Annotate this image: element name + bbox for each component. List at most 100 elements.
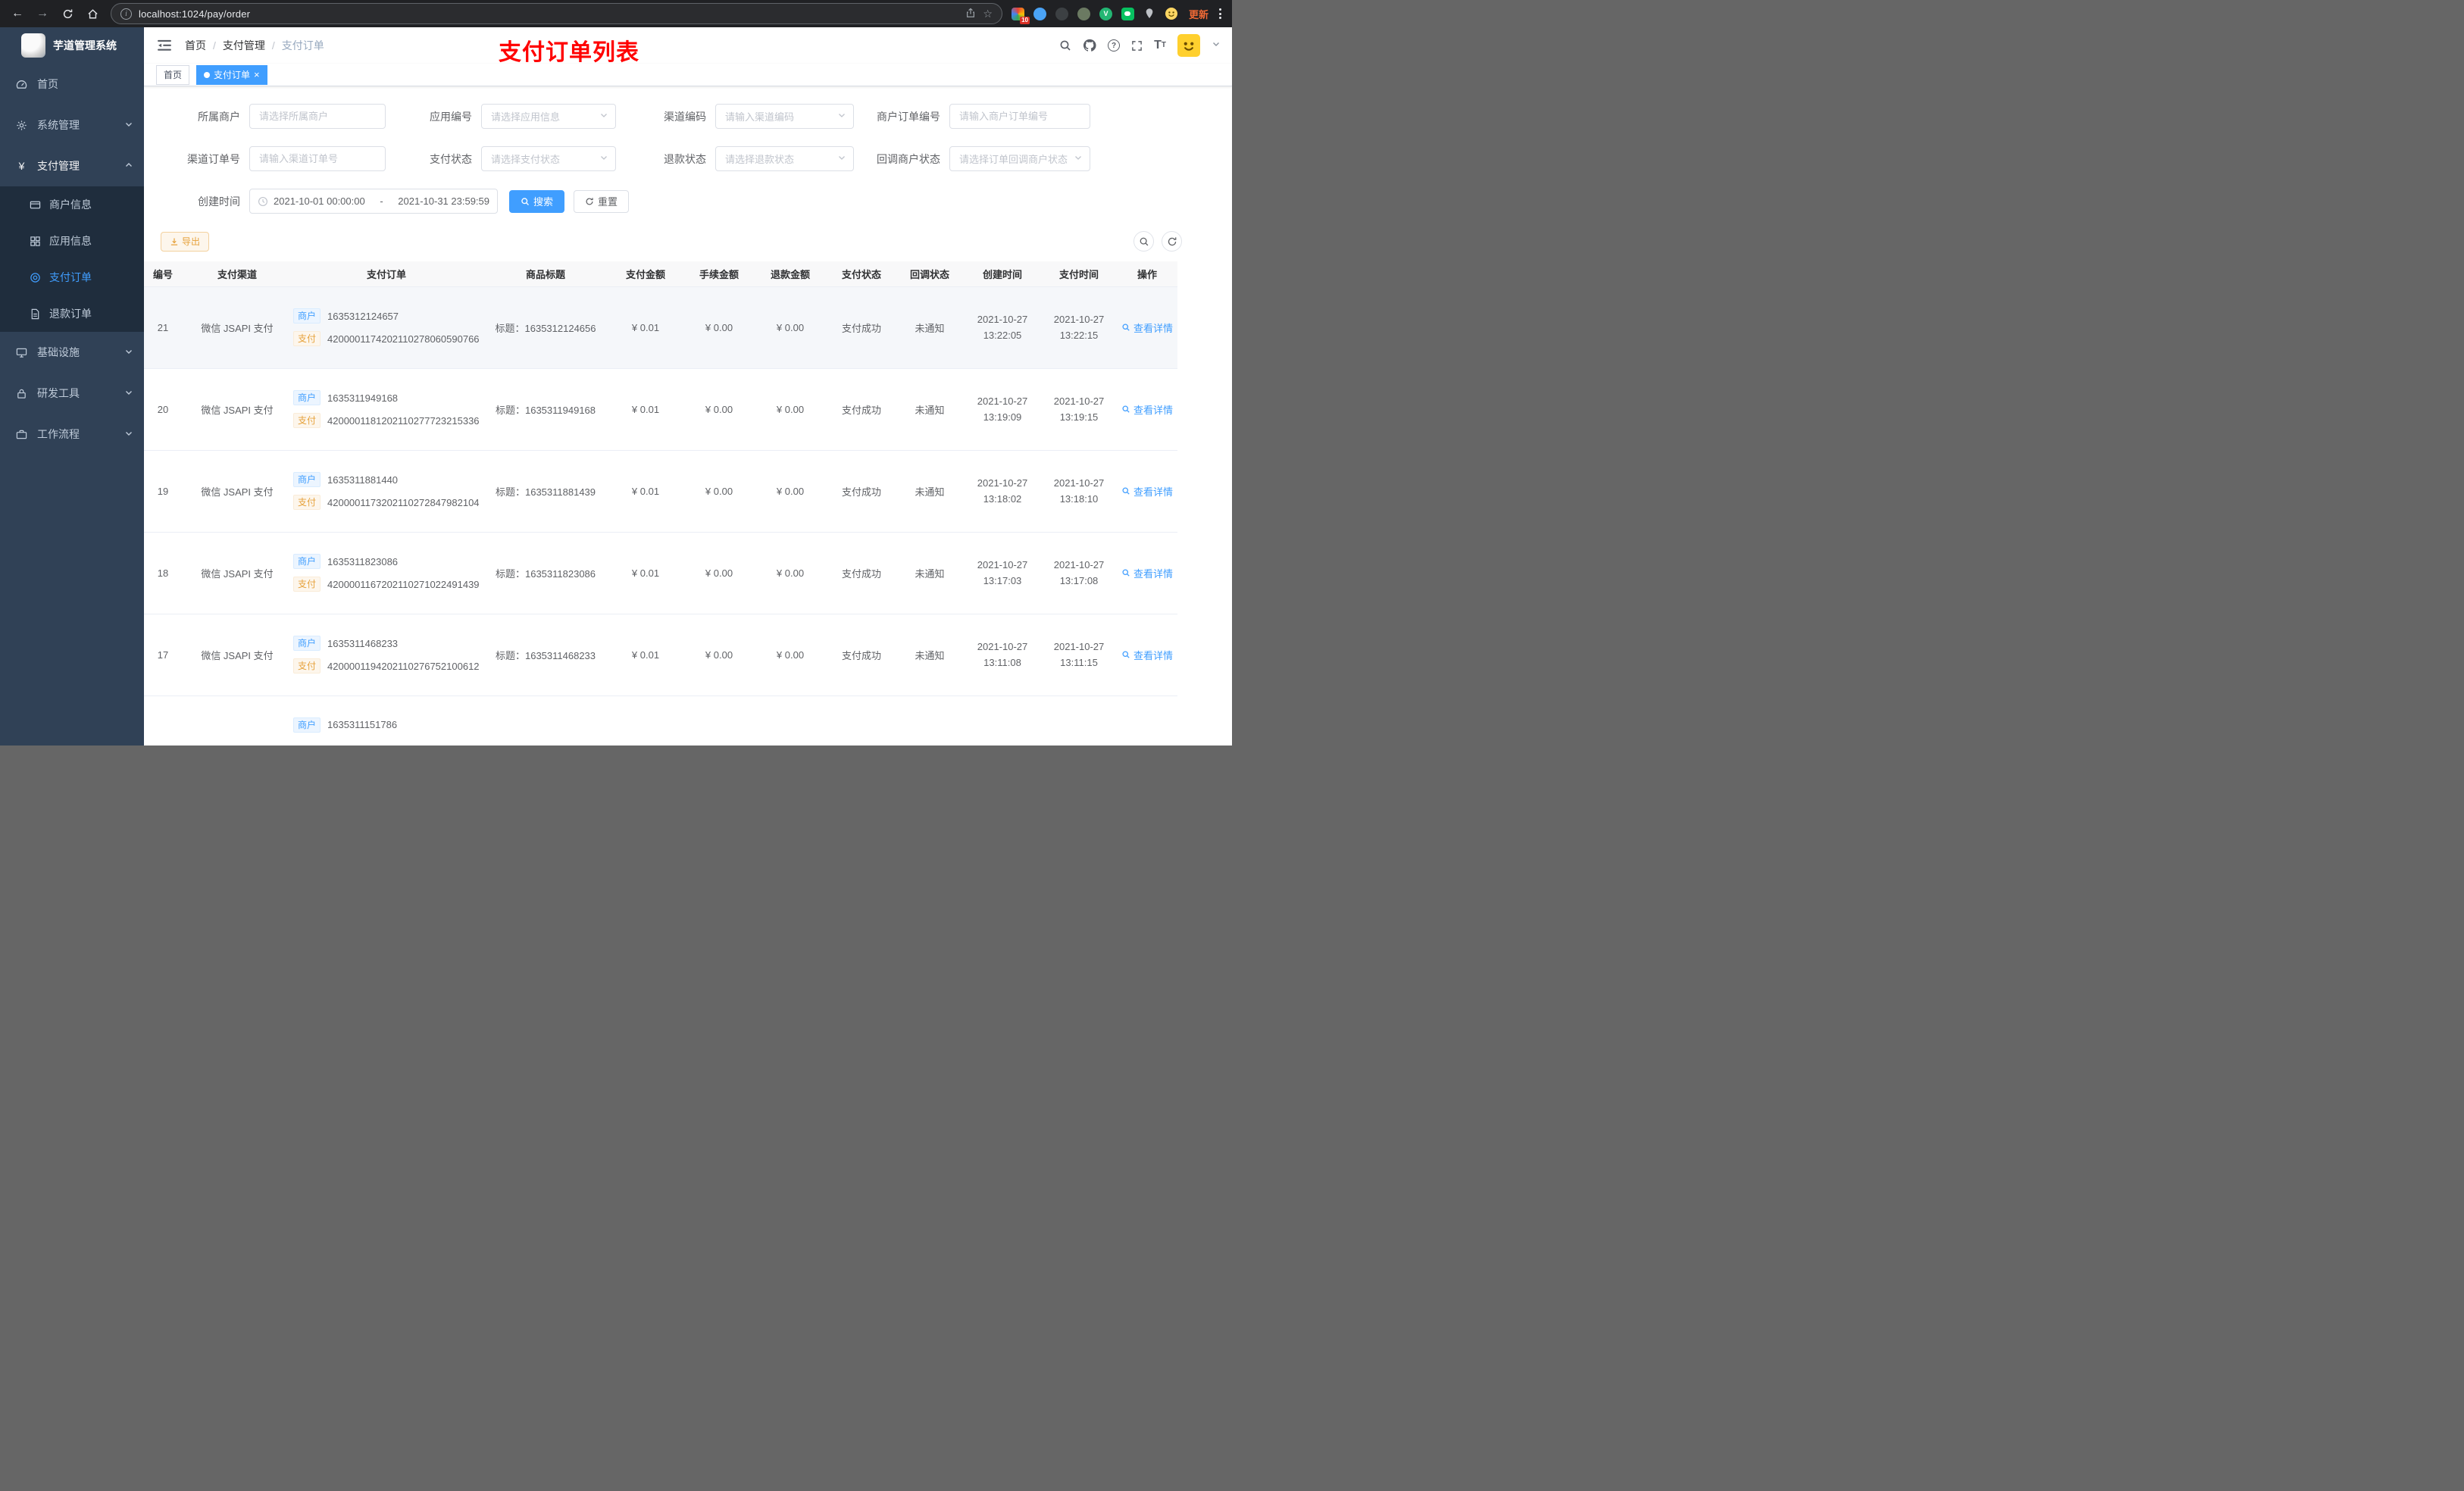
tags-view-bar: 首页 支付订单 × bbox=[144, 64, 1232, 86]
export-button[interactable]: 导出 bbox=[161, 231, 210, 252]
chevron-down-icon bbox=[599, 153, 608, 164]
tab-pay-order[interactable]: 支付订单 × bbox=[196, 64, 267, 85]
channel-code-select[interactable]: 请输入渠道编码 bbox=[715, 104, 854, 129]
browser-menu-icon[interactable] bbox=[1216, 5, 1224, 22]
extension-olive-icon[interactable] bbox=[1077, 7, 1090, 20]
cell-id: 17 bbox=[144, 614, 186, 696]
avatar-caret-icon[interactable] bbox=[1212, 39, 1221, 52]
merchant-order-tag: 商户 bbox=[293, 472, 321, 487]
sidebar-item-merchant-info[interactable]: 商户信息 bbox=[0, 186, 144, 223]
refresh-icon[interactable] bbox=[1162, 231, 1182, 252]
search-button[interactable]: 搜索 bbox=[509, 189, 565, 213]
font-size-icon[interactable]: TT bbox=[1154, 39, 1166, 52]
merchant-input[interactable] bbox=[249, 104, 386, 129]
toggle-search-icon[interactable] bbox=[1134, 231, 1154, 252]
breadcrumb-pay[interactable]: 支付管理 bbox=[223, 38, 265, 53]
sidebar-fold-icon[interactable] bbox=[155, 36, 174, 55]
browser-back-button[interactable]: ← bbox=[8, 4, 27, 23]
extension-drop-icon[interactable] bbox=[1033, 7, 1046, 20]
merchant-order-no: 1635311823086 bbox=[327, 555, 399, 567]
filter-label: 所属商户 bbox=[198, 110, 240, 123]
extension-chat-icon[interactable] bbox=[1121, 7, 1134, 20]
browser-forward-button[interactable]: → bbox=[33, 4, 52, 23]
fullscreen-icon[interactable] bbox=[1131, 40, 1143, 52]
pay-order-tag: 支付 bbox=[293, 413, 321, 428]
table-row: 18 微信 JSAPI 支付 商户 1635311823086 支付 42000… bbox=[144, 532, 1177, 614]
cell-id: 20 bbox=[144, 368, 186, 451]
extension-colorful-icon[interactable]: 10 bbox=[1011, 7, 1030, 24]
document-icon bbox=[29, 308, 42, 320]
active-dot bbox=[204, 71, 211, 78]
search-icon[interactable] bbox=[1059, 39, 1071, 52]
extension-v-icon[interactable]: V bbox=[1099, 7, 1112, 20]
tab-home[interactable]: 首页 bbox=[156, 64, 190, 85]
sidebar-item-pay-order[interactable]: 支付订单 bbox=[0, 259, 144, 295]
view-detail-link[interactable]: 查看详情 bbox=[1121, 320, 1173, 335]
sidebar-item-home[interactable]: 首页 bbox=[0, 64, 144, 105]
range-start: 2021-10-01 00:00:00 bbox=[274, 195, 365, 207]
table-row: 20 微信 JSAPI 支付 商户 1635311949168 支付 42000… bbox=[144, 368, 1177, 451]
help-icon[interactable]: ? bbox=[1108, 39, 1121, 52]
breadcrumb: 首页 / 支付管理 / 支付订单 bbox=[185, 38, 324, 53]
view-detail-link[interactable]: 查看详情 bbox=[1121, 566, 1173, 580]
breadcrumb-home[interactable]: 首页 bbox=[185, 38, 206, 53]
cell-title: 标题：1635311949168 bbox=[485, 368, 606, 451]
sidebar-item-pay[interactable]: ¥ 支付管理 bbox=[0, 145, 144, 186]
col-notify: 回调状态 bbox=[896, 261, 964, 287]
github-icon[interactable] bbox=[1083, 39, 1096, 52]
filter-label: 商户订单编号 bbox=[877, 110, 940, 123]
view-detail-link[interactable]: 查看详情 bbox=[1121, 402, 1173, 417]
merchant-order-no-input[interactable] bbox=[949, 104, 1090, 129]
close-icon[interactable]: × bbox=[254, 70, 260, 80]
create-time-range-picker[interactable]: 2021-10-01 00:00:00 - 2021-10-31 23:59:5… bbox=[249, 189, 498, 214]
browser-update-button[interactable]: 更新 bbox=[1189, 7, 1209, 21]
breadcrumb-separator: / bbox=[213, 39, 216, 52]
col-status: 支付状态 bbox=[827, 261, 896, 287]
pay-status-select[interactable]: 请选择支付状态 bbox=[481, 146, 616, 171]
sidebar-item-system[interactable]: 系统管理 bbox=[0, 105, 144, 145]
reset-button[interactable]: 重置 bbox=[574, 189, 630, 213]
table-row: 19 微信 JSAPI 支付 商户 1635311881440 支付 42000… bbox=[144, 450, 1177, 533]
browser-reload-button[interactable] bbox=[58, 4, 77, 23]
sidebar-item-app-info[interactable]: 应用信息 bbox=[0, 223, 144, 259]
cell-notify: 未通知 bbox=[896, 368, 964, 451]
sidebar-item-dev-tools[interactable]: 研发工具 bbox=[0, 373, 144, 414]
cell-status: 支付成功 bbox=[827, 532, 896, 614]
cell-notify: 未通知 bbox=[896, 532, 964, 614]
table-toolbar: 导出 bbox=[161, 231, 1232, 252]
channel-order-no-input[interactable] bbox=[249, 146, 386, 171]
sidebar-item-infra[interactable]: 基础设施 bbox=[0, 332, 144, 373]
sidebar-item-workflow[interactable]: 工作流程 bbox=[0, 414, 144, 455]
share-icon[interactable] bbox=[965, 8, 976, 20]
browser-home-button[interactable] bbox=[83, 4, 102, 23]
notify-status-select[interactable]: 请选择订单回调商户状态 bbox=[949, 146, 1090, 171]
profile-avatar-icon[interactable] bbox=[1165, 7, 1178, 20]
extensions-row: 10 V bbox=[1011, 7, 1178, 24]
merchant-order-no: 1635311881440 bbox=[327, 474, 399, 486]
filter-label: 退款状态 bbox=[664, 152, 706, 165]
cell-status: 支付成功 bbox=[827, 450, 896, 533]
filter-row-1: 所属商户 应用编号 请选择应用信息 渠道编码 请输入渠道编码 商户订单编号 bbox=[161, 104, 1232, 129]
col-amount: 支付金额 bbox=[606, 261, 685, 287]
pin-icon[interactable] bbox=[1143, 8, 1156, 20]
grid-icon bbox=[29, 235, 42, 248]
address-bar[interactable]: i localhost:1024/pay/order ☆ bbox=[111, 3, 1002, 24]
view-detail-link[interactable]: 查看详情 bbox=[1121, 648, 1173, 662]
cell-order: 商户 1635311949168 支付 42000011812021102777… bbox=[288, 368, 485, 451]
chevron-down-icon bbox=[124, 428, 133, 440]
col-paid: 支付时间 bbox=[1041, 261, 1117, 287]
logo[interactable]: 芋道管理系统 bbox=[0, 27, 144, 64]
pay-order-tag: 支付 bbox=[293, 577, 321, 592]
sidebar-item-refund-order[interactable]: 退款订单 bbox=[0, 295, 144, 332]
app-no-select[interactable]: 请选择应用信息 bbox=[481, 104, 616, 129]
col-id: 编号 bbox=[144, 261, 186, 287]
user-avatar[interactable] bbox=[1177, 34, 1200, 57]
table-row: 17 微信 JSAPI 支付 商户 1635311468233 支付 42000… bbox=[144, 614, 1177, 696]
cell-created: 2021-10-27 13:11:08 bbox=[964, 614, 1041, 696]
refund-status-select[interactable]: 请选择退款状态 bbox=[715, 146, 854, 171]
extension-dark-icon[interactable] bbox=[1055, 7, 1068, 20]
site-info-icon[interactable]: i bbox=[120, 8, 132, 20]
chevron-down-icon bbox=[837, 153, 846, 164]
view-detail-link[interactable]: 查看详情 bbox=[1121, 484, 1173, 499]
bookmark-star-icon[interactable]: ☆ bbox=[983, 8, 993, 20]
